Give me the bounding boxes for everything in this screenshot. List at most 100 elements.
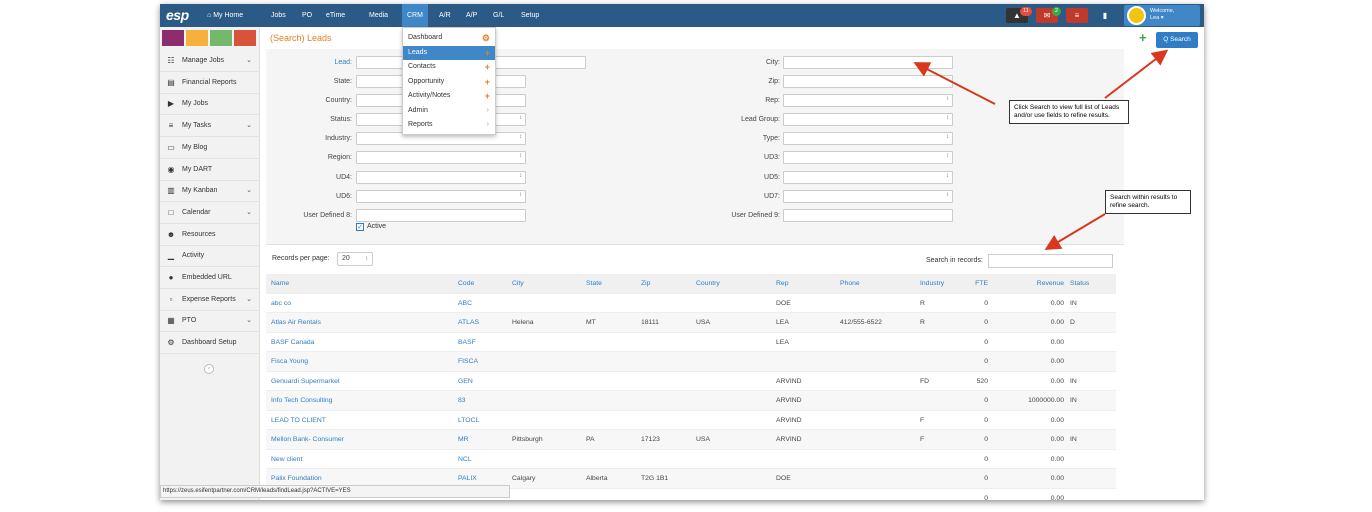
add-icon[interactable]: + [485, 75, 490, 90]
filter-lead-group-select[interactable] [783, 113, 953, 126]
book-icon[interactable]: ▮ [1094, 8, 1116, 23]
table-cell-name[interactable]: New client [271, 450, 302, 470]
filter-rep-select[interactable] [783, 94, 953, 107]
table-cell-code[interactable]: NCL [458, 450, 472, 470]
column-header-name[interactable]: Name [271, 274, 289, 294]
nav-setup[interactable]: Setup [516, 4, 544, 27]
column-header-zip[interactable]: Zip [641, 274, 650, 294]
nav-my-home[interactable]: ⌂ My Home [202, 4, 248, 27]
nav-ar[interactable]: A/R [434, 4, 456, 27]
filter-ud3-select[interactable] [783, 151, 953, 164]
table-cell-code[interactable]: LTOCL [458, 411, 479, 431]
color-swatch[interactable] [162, 30, 184, 46]
sidebar-item-my-blog[interactable]: ▭ My Blog [160, 137, 260, 159]
sidebar-item-pto[interactable]: ▦ PTO ⌄ [160, 310, 260, 333]
sidebar-item-activity[interactable]: ▁ Activity [160, 245, 260, 268]
table-cell-code[interactable]: ATLAS [458, 313, 479, 333]
table-row[interactable]: New client NCL 0 0.00 [266, 450, 1116, 470]
color-swatch[interactable] [186, 30, 208, 46]
column-header-state[interactable]: State [586, 274, 602, 294]
column-header-city[interactable]: City [512, 274, 524, 294]
column-header-rep[interactable]: Rep [776, 274, 788, 294]
menu-item-admin[interactable]: Admin › [403, 104, 495, 119]
column-header-status[interactable]: Status [1070, 274, 1089, 294]
table-row[interactable]: LEAD TO CLIENT LTOCL ARVIND F 0 0.00 [266, 411, 1116, 431]
table-row[interactable]: BASF Canada BASF LEA 0 0.00 [266, 333, 1116, 353]
table-cell-code[interactable]: FISCA [458, 352, 478, 372]
table-cell-name[interactable]: Fisca Young [271, 352, 308, 372]
menu-item-dashboard[interactable]: Dashboard ⚙ [403, 31, 495, 46]
table-cell-code[interactable]: 83 [458, 391, 466, 411]
menu-item-contacts[interactable]: Contacts + [403, 60, 495, 75]
sidebar-item-my-kanban[interactable]: ▥ My Kanban ⌄ [160, 180, 260, 203]
menu-item-opportunity[interactable]: Opportunity + [403, 75, 495, 90]
column-header-phone[interactable]: Phone [840, 274, 860, 294]
color-swatch[interactable] [234, 30, 256, 46]
menu-item-leads[interactable]: Leads + [403, 45, 495, 61]
sidebar-item-manage-jobs[interactable]: ☷ Manage Jobs ⌄ [160, 50, 260, 72]
nav-po[interactable]: PO [297, 4, 317, 27]
column-header-fte[interactable]: FTE [908, 274, 988, 294]
table-cell-code[interactable]: ABC [458, 294, 472, 314]
table-cell-name[interactable]: BASF Canada [271, 333, 314, 353]
active-checkbox[interactable]: ✓ [356, 223, 364, 231]
table-cell-code[interactable]: MR [458, 430, 469, 450]
table-cell-name[interactable]: LEAD TO CLIENT [271, 411, 326, 431]
menu-item-reports[interactable]: Reports › [403, 118, 495, 133]
table-row[interactable]: Fisca Young FISCA 0 0.00 [266, 352, 1116, 372]
filter-type-select[interactable] [783, 132, 953, 145]
sidebar-item-embedded-url[interactable]: ● Embedded URL [160, 267, 260, 289]
table-cell-name[interactable]: Mellon Bank- Consumer [271, 430, 344, 450]
nav-etime[interactable]: eTime [321, 4, 350, 27]
filter-user-defined-9-input[interactable] [783, 209, 953, 222]
table-row[interactable]: abc co ABC DOE R 0 0.00 IN [266, 294, 1116, 314]
column-header-revenue[interactable]: Revenue [984, 274, 1064, 294]
nav-crm[interactable]: CRM [402, 4, 428, 27]
search-button[interactable]: Q Search [1156, 32, 1198, 48]
sidebar-item-expense-reports[interactable]: ▫ Expense Reports ⌄ [160, 289, 260, 311]
table-cell-name[interactable]: Genuardi Supermarket [271, 372, 340, 392]
table-row[interactable]: Atlas Air Rentals ATLAS Helena MT 18111 USA LE… [266, 313, 1116, 333]
add-icon[interactable]: + [485, 46, 490, 61]
add-icon[interactable]: + [485, 89, 490, 104]
nav-ap[interactable]: A/P [461, 4, 482, 27]
color-swatch[interactable] [210, 30, 232, 46]
table-cell-name[interactable]: Info Tech Consulting [271, 391, 332, 411]
filter-ud4-select[interactable] [356, 171, 526, 184]
database-icon[interactable]: ≡ [1066, 8, 1088, 23]
nav-media[interactable]: Media [364, 4, 393, 27]
sidebar-item-resources[interactable]: ☻ Resources [160, 224, 260, 246]
add-icon[interactable]: + [485, 60, 490, 75]
add-lead-button[interactable]: + [1139, 31, 1147, 44]
sidebar-item-my-dart[interactable]: ◉ My DART [160, 159, 260, 181]
filter-zip-input[interactable] [783, 75, 953, 88]
nav-gl[interactable]: G/L [488, 4, 509, 27]
sidebar-item-financial-reports[interactable]: ▤ Financial Reports [160, 72, 260, 94]
sidebar-item-calendar[interactable]: □ Calendar ⌄ [160, 202, 260, 224]
filter-ud7-select[interactable] [783, 190, 953, 203]
collapse-sidebar-icon[interactable]: ‹ [204, 364, 214, 374]
table-cell-name[interactable]: abc co [271, 294, 291, 314]
nav-jobs[interactable]: Jobs [266, 4, 291, 27]
filter-ud6-select[interactable] [356, 190, 526, 203]
filter-city-input[interactable] [783, 56, 953, 69]
filter-ud5-select[interactable] [783, 171, 953, 184]
table-row[interactable]: Info Tech Consulting 83 ARVIND 0 1000000.00 I… [266, 391, 1116, 411]
table-row[interactable]: Genuardi Supermarket GEN ARVIND FD 520 0.00 IN [266, 372, 1116, 392]
table-cell-code[interactable]: GEN [458, 372, 473, 392]
app-logo[interactable]: esp [166, 7, 189, 23]
table-row[interactable]: Mellon Bank- Consumer MR Pittsburgh PA 17123… [266, 430, 1116, 450]
user-menu[interactable]: Welcome, Lea ▾ [1124, 5, 1200, 26]
table-cell-code[interactable]: BASF [458, 333, 476, 353]
sidebar-item-my-jobs[interactable]: ▶ My Jobs [160, 93, 260, 116]
sidebar-item-dashboard-setup[interactable]: ⚙ Dashboard Setup [160, 332, 260, 355]
sidebar-item-my-tasks[interactable]: ≡ My Tasks ⌄ [160, 115, 260, 138]
filter-user-defined-8-input[interactable] [356, 209, 526, 222]
menu-item-activity-notes[interactable]: Activity/Notes + [403, 89, 495, 104]
search-in-records-input[interactable] [988, 254, 1113, 268]
records-per-page-select[interactable]: 20 ↕ [337, 252, 373, 266]
gear-icon[interactable]: ⚙ [482, 31, 490, 46]
column-header-country[interactable]: Country [696, 274, 720, 294]
filter-region-select[interactable] [356, 151, 526, 164]
table-cell-name[interactable]: Atlas Air Rentals [271, 313, 321, 333]
